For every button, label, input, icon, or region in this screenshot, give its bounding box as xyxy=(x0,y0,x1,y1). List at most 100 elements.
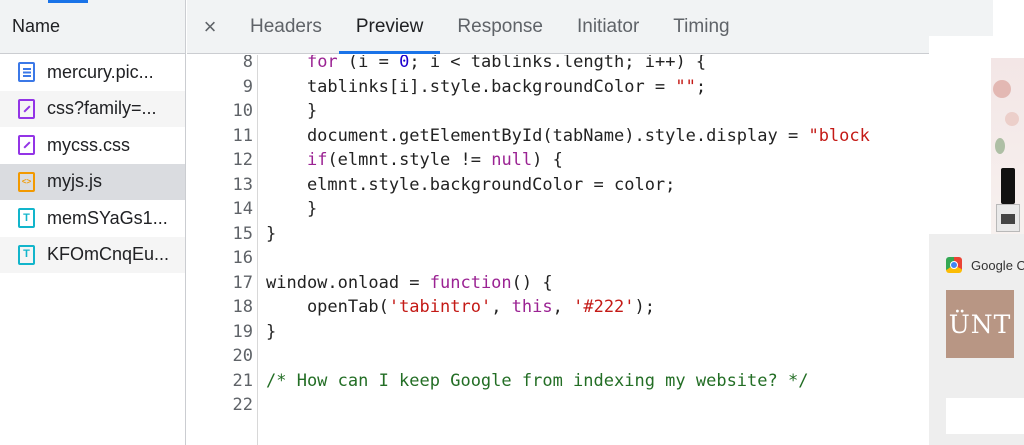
font-file-icon: T xyxy=(18,244,35,265)
product-image xyxy=(991,58,1024,234)
stylesheet-file-icon xyxy=(18,98,35,119)
code-line: 17 window.onload = function() { xyxy=(187,271,993,296)
code-line: 16 xyxy=(187,246,993,271)
code-token: } xyxy=(266,199,318,219)
code-line: 20 xyxy=(187,344,993,369)
code-text: tablinks[i].style.backgroundColor = ""; xyxy=(266,75,706,100)
stylesheet-file-icon xyxy=(18,135,35,156)
code-token: 'tabintro' xyxy=(388,297,492,317)
code-line: 10 } xyxy=(187,99,993,124)
close-icon[interactable]: × xyxy=(187,14,233,40)
bottle-label xyxy=(1001,214,1015,224)
code-token: function xyxy=(429,272,512,293)
code-text: if(elmnt.style != null) { xyxy=(266,148,563,173)
code-line: 12 if(elmnt.style != null) { xyxy=(187,148,993,173)
google-label: Google C xyxy=(971,257,1024,273)
file-row[interactable]: mercury.pic... xyxy=(0,54,185,91)
code-line: 13 elmnt.style.backgroundColor = color; xyxy=(187,173,993,198)
line-number: 17 xyxy=(232,272,253,293)
line-number: 16 xyxy=(232,248,253,268)
code-token: window.onload = xyxy=(266,272,430,293)
code-token: ); xyxy=(634,297,656,317)
code-token: tablinks[i].style.backgroundColor = xyxy=(266,76,676,97)
line-number: 15 xyxy=(232,223,253,244)
code-token: for xyxy=(306,55,338,72)
code-token: ) { xyxy=(532,150,563,170)
line-number: 11 xyxy=(232,125,253,146)
code-token: () { xyxy=(511,272,553,293)
code-token: openTab( xyxy=(266,297,389,317)
code-token: (elmnt.style != xyxy=(327,150,492,170)
code-token: this xyxy=(511,297,553,317)
page-preview-panel: Google C ÜNT xyxy=(929,36,1024,445)
line-number: 8 xyxy=(242,55,253,72)
code-token: } xyxy=(266,321,277,342)
leaf-decoration xyxy=(995,138,1005,154)
code-token: "" xyxy=(675,76,696,97)
flower-decoration xyxy=(1005,112,1019,126)
code-line: 18 openTab('tabintro', this, '#222'); xyxy=(187,295,993,320)
bottle-cap xyxy=(1001,168,1015,204)
code-token: ; xyxy=(695,76,707,97)
code-token: } xyxy=(266,223,277,244)
code-token: if xyxy=(306,150,328,170)
line-number: 22 xyxy=(232,395,253,415)
name-column-header[interactable]: Name xyxy=(0,0,185,54)
code-token: '#222' xyxy=(573,297,635,317)
tab-preview[interactable]: Preview xyxy=(338,0,441,54)
code-token: null xyxy=(491,150,533,170)
google-row[interactable]: Google C xyxy=(946,257,1024,273)
script-file-icon: <> xyxy=(18,171,35,192)
code-text: } xyxy=(266,197,317,222)
file-row[interactable]: <> myjs.js xyxy=(0,163,185,200)
tab-headers[interactable]: Headers xyxy=(233,0,339,54)
code-text: window.onload = function() { xyxy=(266,271,553,296)
code-token: , xyxy=(491,297,512,317)
file-list-panel: Name mercury.pic... css?family=... mycss.c… xyxy=(0,0,186,445)
flower-decoration xyxy=(993,80,1011,98)
scrollbar-indicator xyxy=(48,0,88,3)
code-line: 11 document.getElementById(tabName).styl… xyxy=(187,124,993,149)
code-line: 21 /* How can I keep Google from indexing… xyxy=(187,369,993,394)
file-name: mercury.pic... xyxy=(47,61,154,82)
file-row[interactable]: T KFOmCnqEu... xyxy=(0,236,185,273)
preview-tab-bar: × Headers Preview Response Initiator Timing xyxy=(187,0,993,54)
line-number: 20 xyxy=(232,346,253,366)
line-number: 14 xyxy=(232,199,253,219)
code-line: 19} xyxy=(187,320,993,345)
line-number: 12 xyxy=(232,150,253,170)
line-number: 13 xyxy=(232,174,253,195)
file-name: css?family=... xyxy=(47,98,157,119)
line-number: 21 xyxy=(232,370,253,391)
code-token: (i = xyxy=(337,55,400,72)
file-name: mycss.css xyxy=(47,134,130,155)
code-token: document.getElementById(tabName).style.d… xyxy=(266,125,809,146)
code-line: 15} xyxy=(187,222,993,247)
file-row[interactable]: TmemSYaGs1... xyxy=(0,200,185,237)
tab-response[interactable]: Response xyxy=(440,0,560,54)
tab-timing[interactable]: Timing xyxy=(656,0,746,54)
code-text: } xyxy=(266,99,317,124)
file-name: myjs.js xyxy=(47,171,102,192)
line-number: 9 xyxy=(242,76,253,97)
line-number: 18 xyxy=(232,297,253,317)
code-text: /* How can I keep Google from indexing m… xyxy=(266,369,808,394)
line-number: 10 xyxy=(232,101,253,121)
file-row[interactable]: mycss.css xyxy=(0,127,185,164)
tab-list: Headers Preview Response Initiator Timing xyxy=(233,0,747,54)
preview-input[interactable] xyxy=(946,398,1024,434)
code-text: document.getElementById(tabName).style.d… xyxy=(266,124,870,149)
code-token: , xyxy=(552,297,574,317)
code-token: elmnt.style.backgroundColor = color; xyxy=(266,174,676,195)
code-token: } xyxy=(266,101,318,121)
document-file-icon xyxy=(18,62,35,83)
name-column-label: Name xyxy=(12,16,61,36)
code-token: /* How can I keep Google from indexing m… xyxy=(266,370,809,391)
tab-initiator[interactable]: Initiator xyxy=(560,0,656,54)
code-token: ; i < tablinks.length; i++) { xyxy=(409,55,707,72)
brand-logo: ÜNT xyxy=(946,290,1014,358)
code-preview[interactable]: 8 for (i = 0; i < tablinks.length; i++) … xyxy=(187,55,993,445)
code-line: 8 for (i = 0; i < tablinks.length; i++) … xyxy=(187,55,993,75)
file-row[interactable]: css?family=... xyxy=(0,90,185,127)
